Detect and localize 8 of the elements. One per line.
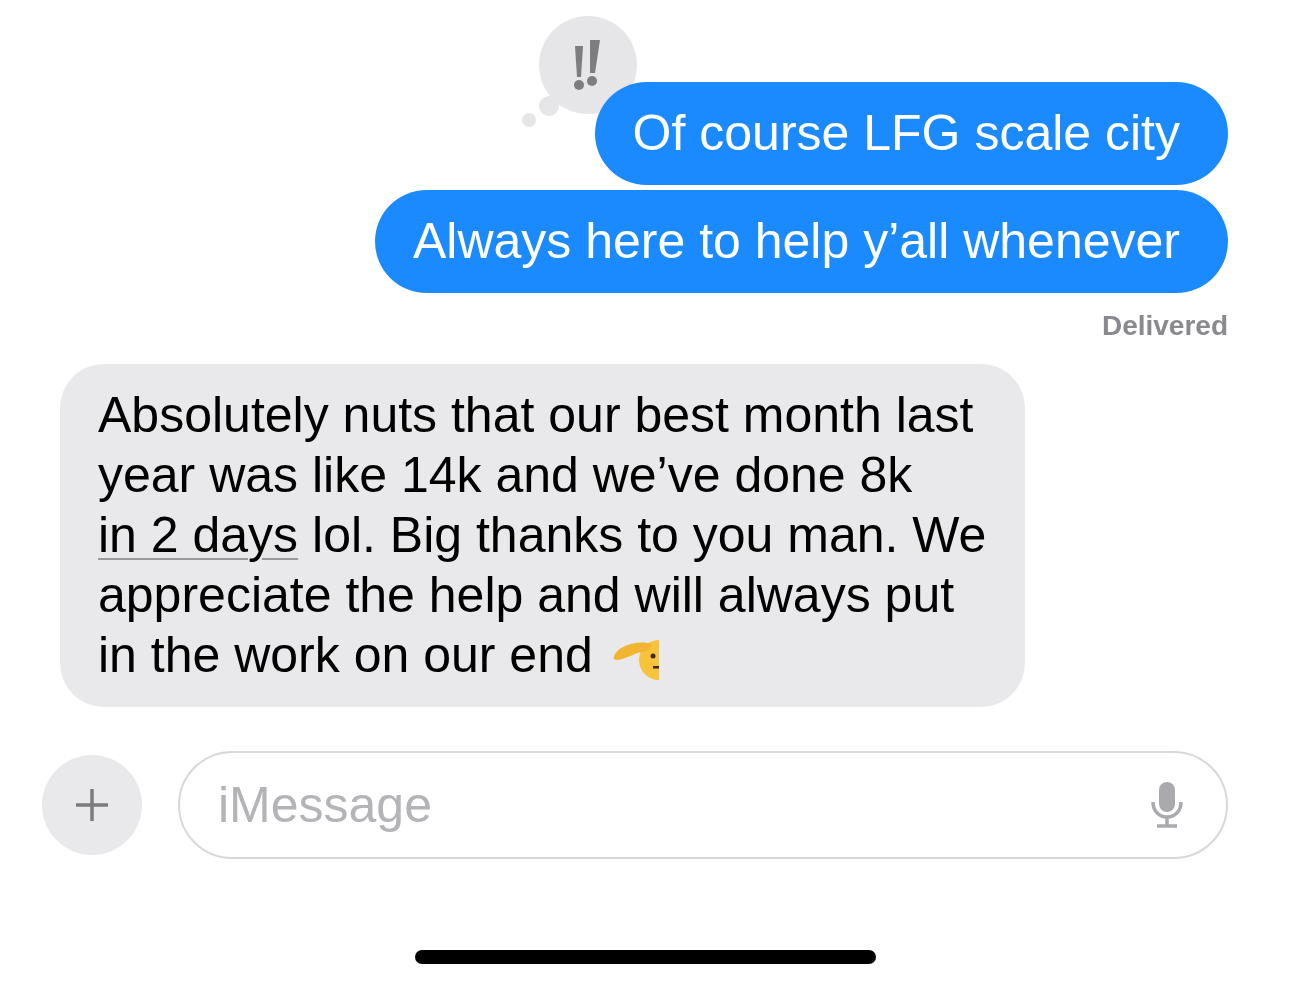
date-link[interactable]: in 2 days (98, 507, 299, 563)
received-message: Absolutely nuts that our best month last year was like 14k and we’ve done 8k in 2 days lol. Big thanks to you man. We appreciate the help and will always put in the work on our end (60, 364, 1025, 707)
sent-message: Always here to help y’all whenever (374, 190, 1228, 293)
sent-message: Of course LFG scale city (594, 82, 1228, 185)
microphone-icon[interactable] (1150, 780, 1184, 830)
message-field[interactable]: iMessage (178, 751, 1228, 859)
plus-icon (74, 787, 110, 823)
delivery-status: Delivered (1101, 310, 1228, 342)
